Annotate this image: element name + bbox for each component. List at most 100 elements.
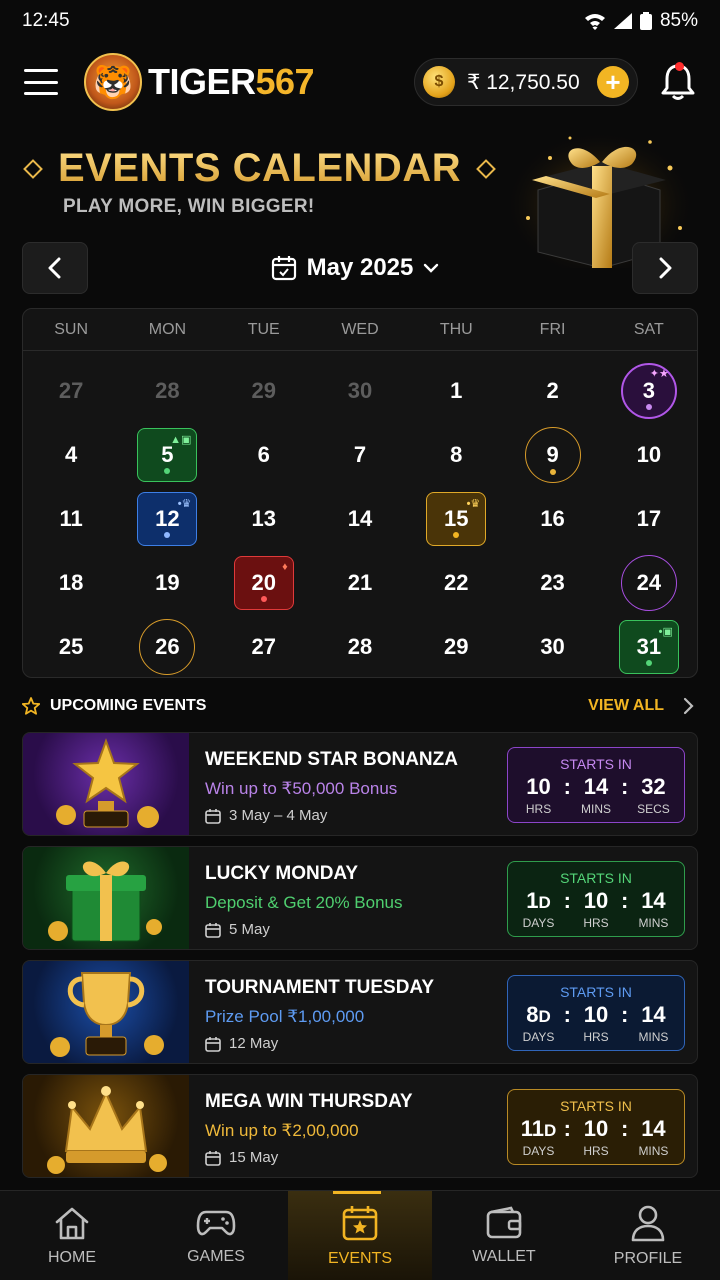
calendar-icon [271, 256, 296, 281]
countdown-timer: STARTS IN 11D DAYS : 10 HRS : 14 MINS [507, 1089, 685, 1165]
wifi-icon [584, 14, 605, 30]
menu-icon[interactable] [24, 69, 58, 95]
calendar-day[interactable]: 28 [119, 359, 215, 423]
tiger-logo-icon: 🐯 [84, 53, 142, 111]
calendar-day[interactable]: 13 [216, 487, 312, 551]
nav-wallet[interactable]: WALLET [432, 1191, 576, 1280]
add-funds-button[interactable]: + [597, 66, 629, 98]
nav-profile[interactable]: PROFILE [576, 1191, 720, 1280]
calendar-day[interactable]: 17 [601, 487, 697, 551]
calendar-day-event-crown[interactable]: •♛ 15 [408, 487, 504, 551]
weekday-label: FRI [539, 320, 566, 338]
chevron-right-icon [659, 257, 672, 279]
status-time: 12:45 [22, 10, 70, 31]
event-thumbnail [23, 847, 189, 949]
nav-label: WALLET [472, 1247, 536, 1265]
starts-in-label: STARTS IN [560, 756, 632, 772]
event-card[interactable]: WEEKEND STAR BONANZA Win up to ₹50,000 B… [22, 732, 698, 836]
calendar-day[interactable]: 29 [216, 359, 312, 423]
calendar-day[interactable]: 7 [312, 423, 408, 487]
event-thumbnail [23, 961, 189, 1063]
signal-icon [613, 13, 632, 29]
previous-month-button[interactable] [22, 242, 88, 294]
crown-icon [47, 1086, 167, 1174]
calendar-day[interactable]: 28 [312, 615, 408, 677]
gift-icon: •▣ [658, 626, 673, 638]
calendar-day[interactable]: 27 [23, 359, 119, 423]
event-title: LUCKY MONDAY [205, 863, 359, 884]
wallet-balance-pill[interactable]: $ ₹ 12,750.50 + [414, 58, 638, 106]
chevron-left-icon [48, 257, 61, 279]
calendar-day[interactable]: 10 [601, 423, 697, 487]
calendar-day-event-star[interactable]: ✦★ 3 [601, 359, 697, 423]
event-card[interactable]: TOURNAMENT TUESDAY Prize Pool ₹1,00,000 … [22, 960, 698, 1064]
countdown-timer: STARTS IN 1D DAYS : 10 HRS : 14 MINS [507, 861, 685, 937]
view-all-link[interactable]: VIEW ALL [588, 697, 664, 715]
calendar-day[interactable]: 22 [408, 551, 504, 615]
page-subtitle: PLAY MORE, WIN BIGGER! [63, 196, 315, 217]
weekday-label: WED [341, 320, 379, 338]
calendar-day[interactable]: 21 [312, 551, 408, 615]
calendar-day[interactable]: 30 [312, 359, 408, 423]
event-description: Win up to ₹50,000 Bonus [205, 779, 398, 798]
weekday-label: MON [148, 320, 187, 338]
calendar-day[interactable]: 25 [23, 615, 119, 677]
notification-bell-icon[interactable] [660, 62, 696, 102]
calendar-day[interactable]: 29 [408, 615, 504, 677]
nav-games[interactable]: GAMES [144, 1191, 288, 1280]
calendar-day[interactable]: 14 [312, 487, 408, 551]
calendar-day[interactable]: 16 [504, 487, 600, 551]
calendar-day[interactable]: 2 [504, 359, 600, 423]
calendar-star-icon [342, 1205, 378, 1240]
calendar-day[interactable]: 23 [504, 551, 600, 615]
chevron-right-icon[interactable] [682, 697, 694, 715]
nav-home[interactable]: HOME [0, 1191, 144, 1280]
calendar-day-event-gift[interactable]: •▣ 31 [601, 615, 697, 677]
status-bar: 12:45 85% [0, 0, 720, 42]
fire-icon: ♦ [282, 561, 288, 573]
calendar-day[interactable]: 19 [119, 551, 215, 615]
app-header: 🐯 TIGER567 $ ₹ 12,750.50 + [0, 50, 720, 114]
calendar-day-event-trophy[interactable]: •♛ 12 [119, 487, 215, 551]
brand-logo[interactable]: 🐯 TIGER567 [84, 53, 315, 111]
trophy-icon: •♛ [177, 498, 192, 510]
weekday-label: SUN [54, 320, 89, 338]
calendar-day[interactable]: 11 [23, 487, 119, 551]
event-date: 12 May [229, 1035, 279, 1052]
calendar-icon [205, 1150, 221, 1166]
nav-label: PROFILE [613, 1249, 683, 1267]
calendar-day-today[interactable]: 26 [119, 615, 215, 677]
star-trophy-icon [56, 738, 159, 828]
event-title: MEGA WIN THURSDAY [205, 1091, 413, 1112]
weekday-label: THU [439, 320, 473, 338]
calendar-day[interactable]: 30 [504, 615, 600, 677]
star-icon [22, 697, 40, 715]
crown-icon: •♛ [466, 498, 481, 510]
page-title: EVENTS CALENDAR [58, 146, 462, 190]
calendar-day-highlighted[interactable]: 9 [504, 423, 600, 487]
event-title: TOURNAMENT TUESDAY [205, 977, 435, 998]
event-description: Win up to ₹2,00,000 [205, 1121, 359, 1140]
calendar-day-event-gift[interactable]: ▲▣ 5 [119, 423, 215, 487]
calendar-day[interactable]: 27 [216, 615, 312, 677]
month-label: May 2025 [306, 254, 414, 281]
calendar-day-event-fire[interactable]: ♦ 20 [216, 551, 312, 615]
month-selector[interactable]: May 2025 [200, 242, 510, 294]
event-card[interactable]: LUCKY MONDAY Deposit & Get 20% Bonus 5 M… [22, 846, 698, 950]
event-description: Prize Pool ₹1,00,000 [205, 1007, 365, 1026]
event-card[interactable]: MEGA WIN THURSDAY Win up to ₹2,00,000 15… [22, 1074, 698, 1178]
bottom-navigation: HOME GAMES EVENTS WALLET PROFILE [0, 1190, 720, 1280]
next-month-button[interactable] [632, 242, 698, 294]
calendar-day[interactable]: 4 [23, 423, 119, 487]
calendar-day-highlighted[interactable]: 24 [601, 551, 697, 615]
calendar-day[interactable]: 18 [23, 551, 119, 615]
event-title: WEEKEND STAR BONANZA [205, 749, 458, 770]
weekday-header: SUN MON TUE WED THU FRI SAT [23, 309, 697, 351]
profile-icon [631, 1205, 665, 1241]
event-thumbnail [23, 1075, 189, 1177]
calendar-day[interactable]: 8 [408, 423, 504, 487]
event-description: Deposit & Get 20% Bonus [205, 893, 403, 912]
nav-events[interactable]: EVENTS [288, 1191, 432, 1280]
calendar-day[interactable]: 6 [216, 423, 312, 487]
calendar-day[interactable]: 1 [408, 359, 504, 423]
